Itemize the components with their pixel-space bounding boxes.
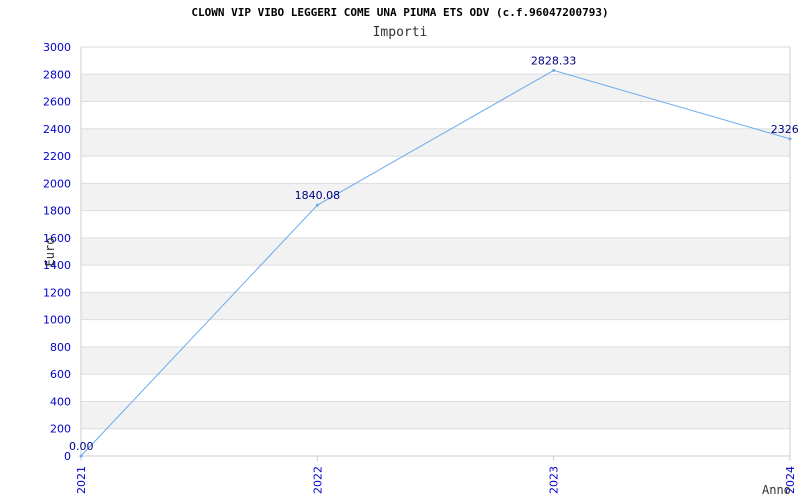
grid-band xyxy=(81,292,790,320)
y-tick-label: 800 xyxy=(50,341,71,354)
y-tick-label: 2600 xyxy=(43,96,71,109)
data-label: 2828.33 xyxy=(531,54,577,67)
grid-band xyxy=(81,401,790,429)
y-tick-label: 2000 xyxy=(43,177,71,190)
grid-band xyxy=(81,237,790,266)
x-axis-label: Anno xyxy=(762,483,791,497)
y-tick-label: 1000 xyxy=(43,314,71,327)
data-label: 1840.08 xyxy=(295,189,341,202)
y-tick-label: 1800 xyxy=(43,205,71,218)
grid-band xyxy=(81,183,790,211)
grid-band xyxy=(81,74,790,102)
y-tick-label: 3000 xyxy=(43,41,71,54)
data-point xyxy=(315,203,319,207)
y-tick-label: 400 xyxy=(50,395,71,408)
data-point xyxy=(552,68,556,72)
y-tick-label: 1200 xyxy=(43,286,71,299)
y-tick-label: 2400 xyxy=(43,123,71,136)
x-tick-label: 2021 xyxy=(75,466,88,494)
y-axis-label: Euro xyxy=(43,238,57,267)
line-chart: 0200400600800100012001400160018002000220… xyxy=(43,41,800,497)
x-tick-label: 2023 xyxy=(548,466,561,494)
grid-band xyxy=(81,128,790,157)
y-tick-label: 2200 xyxy=(43,150,71,163)
x-tick-label: 2022 xyxy=(311,466,324,494)
data-label: 2326.0 xyxy=(771,123,800,136)
grid-band xyxy=(81,346,790,375)
data-point xyxy=(788,137,792,141)
data-label: 0.00 xyxy=(69,440,94,453)
y-tick-label: 200 xyxy=(50,423,71,436)
data-point xyxy=(79,454,83,458)
y-tick-label: 600 xyxy=(50,368,71,381)
y-tick-label: 2800 xyxy=(43,68,71,81)
x-tick-labels: 2021 2022 2023 2024 xyxy=(75,466,797,494)
grid-bands xyxy=(81,74,790,429)
